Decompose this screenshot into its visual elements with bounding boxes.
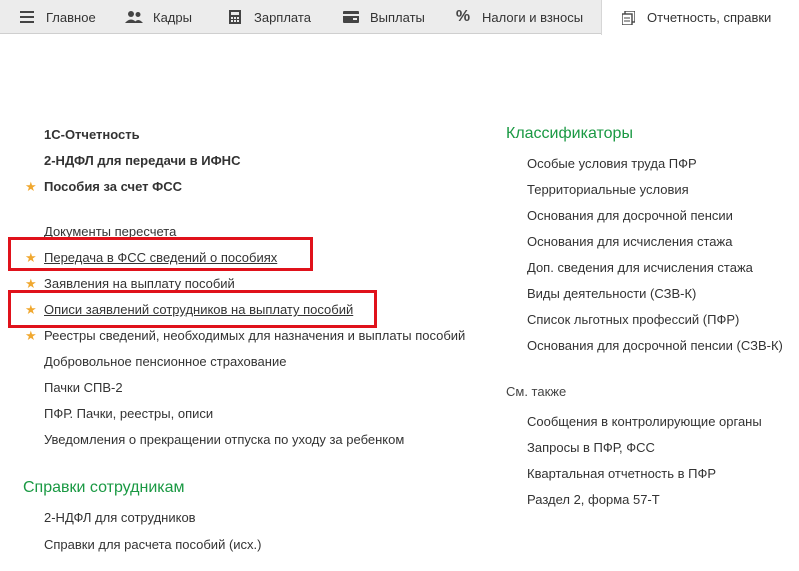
link-quarterly-pfr-reporting[interactable]: Квартальная отчетность в ПФР [527,466,716,482]
link-leave-termination-notices[interactable]: Уведомления о прекращении отпуска по ухо… [44,432,404,448]
tab-reports[interactable]: Отчетность, справки [601,0,799,35]
link-benefit-registers[interactable]: Реестры сведений, необходимых для назнач… [44,328,465,344]
highlight-box [8,290,377,328]
link-spv2-packs[interactable]: Пачки СПВ-2 [44,380,123,396]
tab-reports-label: Отчетность, справки [647,10,772,25]
favorite-star-icon: ★ [25,328,37,343]
link-preferential-professions[interactable]: Список льготных профессий (ПФР) [527,312,739,328]
tab-main-label: Главное [46,9,96,25]
tab-payments[interactable]: Выплаты [342,0,425,34]
tab-taxes[interactable]: % Налоги и взносы [454,0,583,34]
link-early-pension-grounds[interactable]: Основания для досрочной пенсии [527,208,733,224]
link-1c-reporting[interactable]: 1С-Отчетность [44,127,140,143]
tab-payments-label: Выплаты [370,9,425,25]
tab-main[interactable]: Главное [18,0,96,34]
wallet-icon [342,8,360,26]
tab-salary[interactable]: Зарплата [226,0,311,34]
section-title-employee-certificates: Справки сотрудникам [23,479,185,496]
tab-staff-label: Кадры [153,9,192,25]
favorite-star-icon: ★ [25,179,37,194]
link-seniority-grounds[interactable]: Основания для исчисления стажа [527,234,732,250]
hamburger-menu-icon [18,8,36,26]
link-benefit-calc-certificates[interactable]: Справки для расчета пособий (исх.) [44,537,261,553]
link-activity-types[interactable]: Виды деятельности (СЗВ-К) [527,286,696,302]
link-territorial-conditions[interactable]: Территориальные условия [527,182,689,198]
calculator-icon [226,8,244,26]
tab-staff[interactable]: Кадры [125,0,192,34]
people-icon [125,8,143,26]
highlight-box [8,237,313,271]
link-fss-benefits[interactable]: Пособия за счет ФСС [44,179,182,195]
section-tab-bar: Главное Кадры Зарплата Выплаты % Налоги … [0,0,799,35]
link-pfr-special-conditions[interactable]: Особые условия труда ПФР [527,156,697,172]
tab-salary-label: Зарплата [254,9,311,25]
document-icon [619,9,637,27]
section-title-classifiers: Классификаторы [506,125,633,142]
link-section2-form57t[interactable]: Раздел 2, форма 57-Т [527,492,660,508]
link-seniority-extra-info[interactable]: Доп. сведения для исчисления стажа [527,260,753,276]
link-early-pension-grounds-szvk[interactable]: Основания для досрочной пенсии (СЗВ-К) [527,338,783,354]
link-2ndfl-employees[interactable]: 2-НДФЛ для сотрудников [44,510,196,526]
link-regulator-messages[interactable]: Сообщения в контролирующие органы [527,414,762,430]
tab-taxes-label: Налоги и взносы [482,9,584,25]
link-pfr-fss-requests[interactable]: Запросы в ПФР, ФСС [527,440,655,456]
percent-icon: % [455,8,471,25]
see-also-title: См. также [506,384,567,399]
link-pfr-packs[interactable]: ПФР. Пачки, реестры, описи [44,406,213,422]
link-2ndfl-ifns[interactable]: 2-НДФЛ для передачи в ИФНС [44,153,240,169]
link-voluntary-pension[interactable]: Добровольное пенсионное страхование [44,354,286,370]
